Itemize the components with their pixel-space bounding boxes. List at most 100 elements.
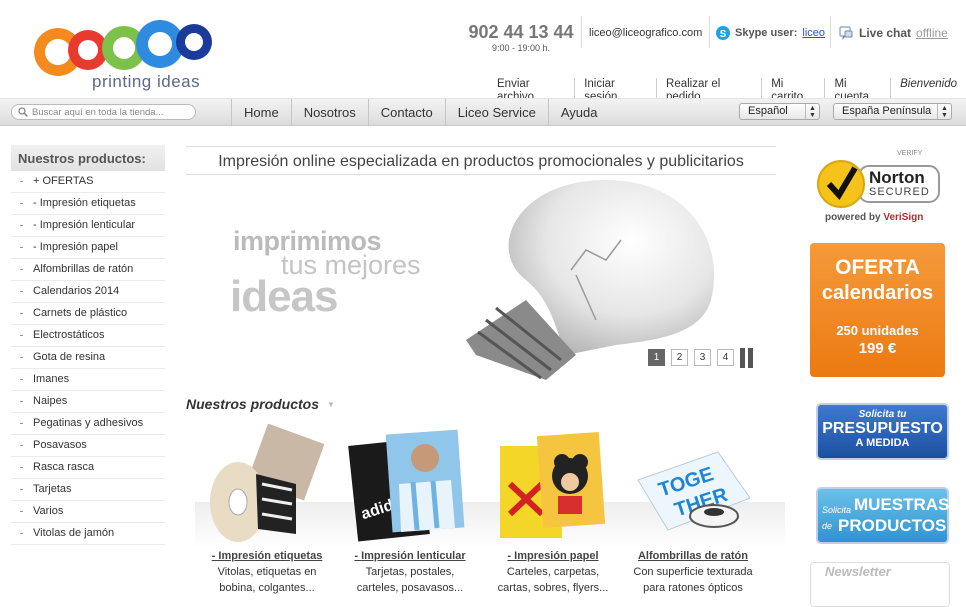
products-heading: Nuestros productos ▼ bbox=[186, 396, 335, 412]
skype-block: S Skype user: liceo bbox=[716, 26, 825, 40]
livechat-block[interactable]: Live chat offline bbox=[838, 25, 948, 41]
promo-units: 250 unidades bbox=[836, 323, 919, 338]
sidebar-title: Nuestros productos: bbox=[11, 145, 165, 171]
divider bbox=[830, 16, 831, 48]
hero-pager: 1 2 3 4 bbox=[648, 348, 753, 368]
chevron-down-icon: ▼ bbox=[327, 400, 335, 409]
norton-powered: powered by VeriSign bbox=[825, 212, 924, 223]
divider bbox=[709, 16, 710, 48]
product-desc: Con superficie texturada para ratones ópt… bbox=[633, 566, 753, 594]
sidebar-item-labels[interactable]: - Impresión etiquetas bbox=[11, 193, 165, 215]
sidebar-item-resin[interactable]: Gota de resina bbox=[11, 347, 165, 369]
label-roll-image bbox=[210, 423, 325, 542]
norton-verify: VERIFY bbox=[897, 150, 923, 157]
product-image bbox=[482, 424, 624, 546]
pager-page-2[interactable]: 2 bbox=[671, 349, 688, 366]
sidebar-item-coasters[interactable]: Posavasos bbox=[11, 435, 165, 457]
product-name[interactable]: - Impresión lenticular bbox=[339, 550, 481, 562]
search-icon bbox=[18, 107, 28, 117]
sidebar-item-misc[interactable]: Varios bbox=[11, 501, 165, 523]
product-desc: Vitolas, etiquetas en bobina, colgantes..… bbox=[217, 566, 317, 594]
product-name[interactable]: Alfombrillas de ratón bbox=[622, 550, 764, 562]
product-image bbox=[196, 423, 338, 546]
phone-hours: 9:00 - 19:00 h. bbox=[491, 43, 551, 53]
lenticular-card-image: adidas bbox=[348, 429, 465, 542]
livechat-label: Live chat bbox=[859, 26, 912, 40]
search-placeholder: Buscar aquí en toda la tienda... bbox=[32, 106, 164, 118]
divider bbox=[581, 16, 582, 48]
select-arrows-icon: ▲ ▼ bbox=[805, 104, 819, 119]
logo-tagline: printing ideas bbox=[92, 72, 201, 91]
product-image: adidas bbox=[339, 424, 481, 546]
sidebar-item-ham-labels[interactable]: Vitolas de jamón bbox=[11, 523, 165, 545]
norton-badge[interactable]: VERIFY Norton SECURED powered by VeriSig… bbox=[815, 150, 945, 230]
hero-line-3: ideas bbox=[230, 272, 339, 321]
region-select[interactable]: España Península ▲ ▼ bbox=[833, 103, 952, 120]
promo-calendars: calendarios bbox=[821, 282, 934, 304]
hero-title: Impresión online especializada en produc… bbox=[186, 146, 776, 171]
sidebar-item-paper[interactable]: - Impresión papel bbox=[11, 237, 165, 259]
main-nav: Home Nosotros Contacto Liceo Service Ayu… bbox=[231, 99, 609, 126]
product-card-labels[interactable]: - Impresión etiquetas Vitolas, etiquetas… bbox=[196, 423, 338, 596]
pause-icon[interactable] bbox=[748, 348, 753, 368]
request-quote-button[interactable]: Solicita tu PRESUPUESTO A MEDIDA bbox=[816, 403, 949, 460]
product-card-mousepads[interactable]: TOGE THER Alfombrillas de ratón Con supe… bbox=[622, 424, 764, 596]
logo[interactable]: printing ideas bbox=[28, 10, 213, 91]
samples-line-2: MUESTRAS bbox=[854, 495, 950, 514]
samples-line-3: de bbox=[822, 521, 833, 531]
region-value: España Península bbox=[842, 105, 932, 117]
select-arrows-icon: ▲ ▼ bbox=[937, 104, 951, 119]
paper-prints-image bbox=[500, 431, 606, 538]
sidebar-item-electrostatic[interactable]: Electrostáticos bbox=[11, 325, 165, 347]
nav-liceo-service[interactable]: Liceo Service bbox=[444, 99, 548, 126]
calendar-offer-banner[interactable]: OFERTA calendarios 250 unidades 199 € bbox=[810, 243, 945, 377]
samples-line-1: Solicita bbox=[822, 505, 852, 515]
sidebar-item-calendars[interactable]: Calendarios 2014 bbox=[11, 281, 165, 303]
pause-icon[interactable] bbox=[740, 348, 745, 368]
email-link[interactable]: liceo@liceografico.com bbox=[589, 27, 702, 39]
sidebar-item-scratch[interactable]: Rasca rasca bbox=[11, 457, 165, 479]
sidebar-item-stickers[interactable]: Pegatinas y adhesivos bbox=[11, 413, 165, 435]
divider bbox=[186, 174, 776, 175]
sidebar-item-cards[interactable]: Naipes bbox=[11, 391, 165, 413]
pager-page-1[interactable]: 1 bbox=[648, 349, 665, 366]
quote-line-2: PRESUPUESTO bbox=[822, 420, 943, 437]
promo-price: 199 € bbox=[858, 340, 897, 357]
pager-page-4[interactable]: 4 bbox=[717, 349, 734, 366]
phone-block: 902 44 13 44 9:00 - 19:00 h. bbox=[466, 22, 576, 53]
product-desc: Tarjetas, postales, carteles, posavasos..… bbox=[356, 566, 464, 594]
skype-label: Skype user: bbox=[735, 27, 798, 39]
sidebar-item-mousepads[interactable]: Alfombrillas de ratón bbox=[11, 259, 165, 281]
newsletter-box: Newsletter bbox=[810, 562, 950, 607]
nav-contact[interactable]: Contacto bbox=[367, 99, 445, 126]
nav-home[interactable]: Home bbox=[231, 99, 291, 126]
liceo-logo-graphic bbox=[34, 20, 212, 76]
quote-line-3: A MEDIDA bbox=[855, 437, 910, 449]
pager-page-3[interactable]: 3 bbox=[694, 349, 711, 366]
nav-about[interactable]: Nosotros bbox=[290, 99, 368, 126]
language-select[interactable]: Español ▲ ▼ bbox=[739, 103, 820, 120]
norton-name: Norton bbox=[869, 168, 925, 187]
sidebar-item-lenticular[interactable]: - Impresión lenticular bbox=[11, 215, 165, 237]
livechat-icon bbox=[839, 26, 853, 40]
sidebar-item-business-cards[interactable]: Tarjetas bbox=[11, 479, 165, 501]
product-image: TOGE THER bbox=[622, 424, 764, 546]
search-input[interactable]: Buscar aquí en toda la tienda... bbox=[11, 104, 196, 120]
quote-line-1: Solicita tu bbox=[858, 409, 907, 420]
sidebar-item-plastic-cards[interactable]: Carnets de plástico bbox=[11, 303, 165, 325]
sidebar-item-magnets[interactable]: Imanes bbox=[11, 369, 165, 391]
product-card-lenticular[interactable]: adidas - Impresión lenticular Tarjetas, … bbox=[339, 424, 481, 596]
product-card-paper[interactable]: - Impresión papel Carteles, carpetas, car… bbox=[482, 424, 624, 596]
samples-line-4: PRODUCTOS bbox=[838, 516, 947, 535]
products-sidebar: Nuestros productos: + OFERTAS - Impresió… bbox=[11, 145, 165, 545]
product-name[interactable]: - Impresión papel bbox=[482, 550, 624, 562]
product-name[interactable]: - Impresión etiquetas bbox=[196, 550, 338, 562]
svg-text:S: S bbox=[720, 29, 727, 40]
sidebar-item-offers[interactable]: + OFERTAS bbox=[11, 171, 165, 193]
nav-help[interactable]: Ayuda bbox=[547, 99, 610, 126]
skype-user-link[interactable]: liceo bbox=[802, 27, 825, 39]
skype-icon: S bbox=[716, 26, 730, 40]
request-samples-button[interactable]: Solicita MUESTRAS de PRODUCTOS bbox=[816, 487, 949, 544]
mousepad-image: TOGE THER bbox=[637, 451, 751, 531]
phone-number: 902 44 13 44 bbox=[468, 22, 574, 42]
